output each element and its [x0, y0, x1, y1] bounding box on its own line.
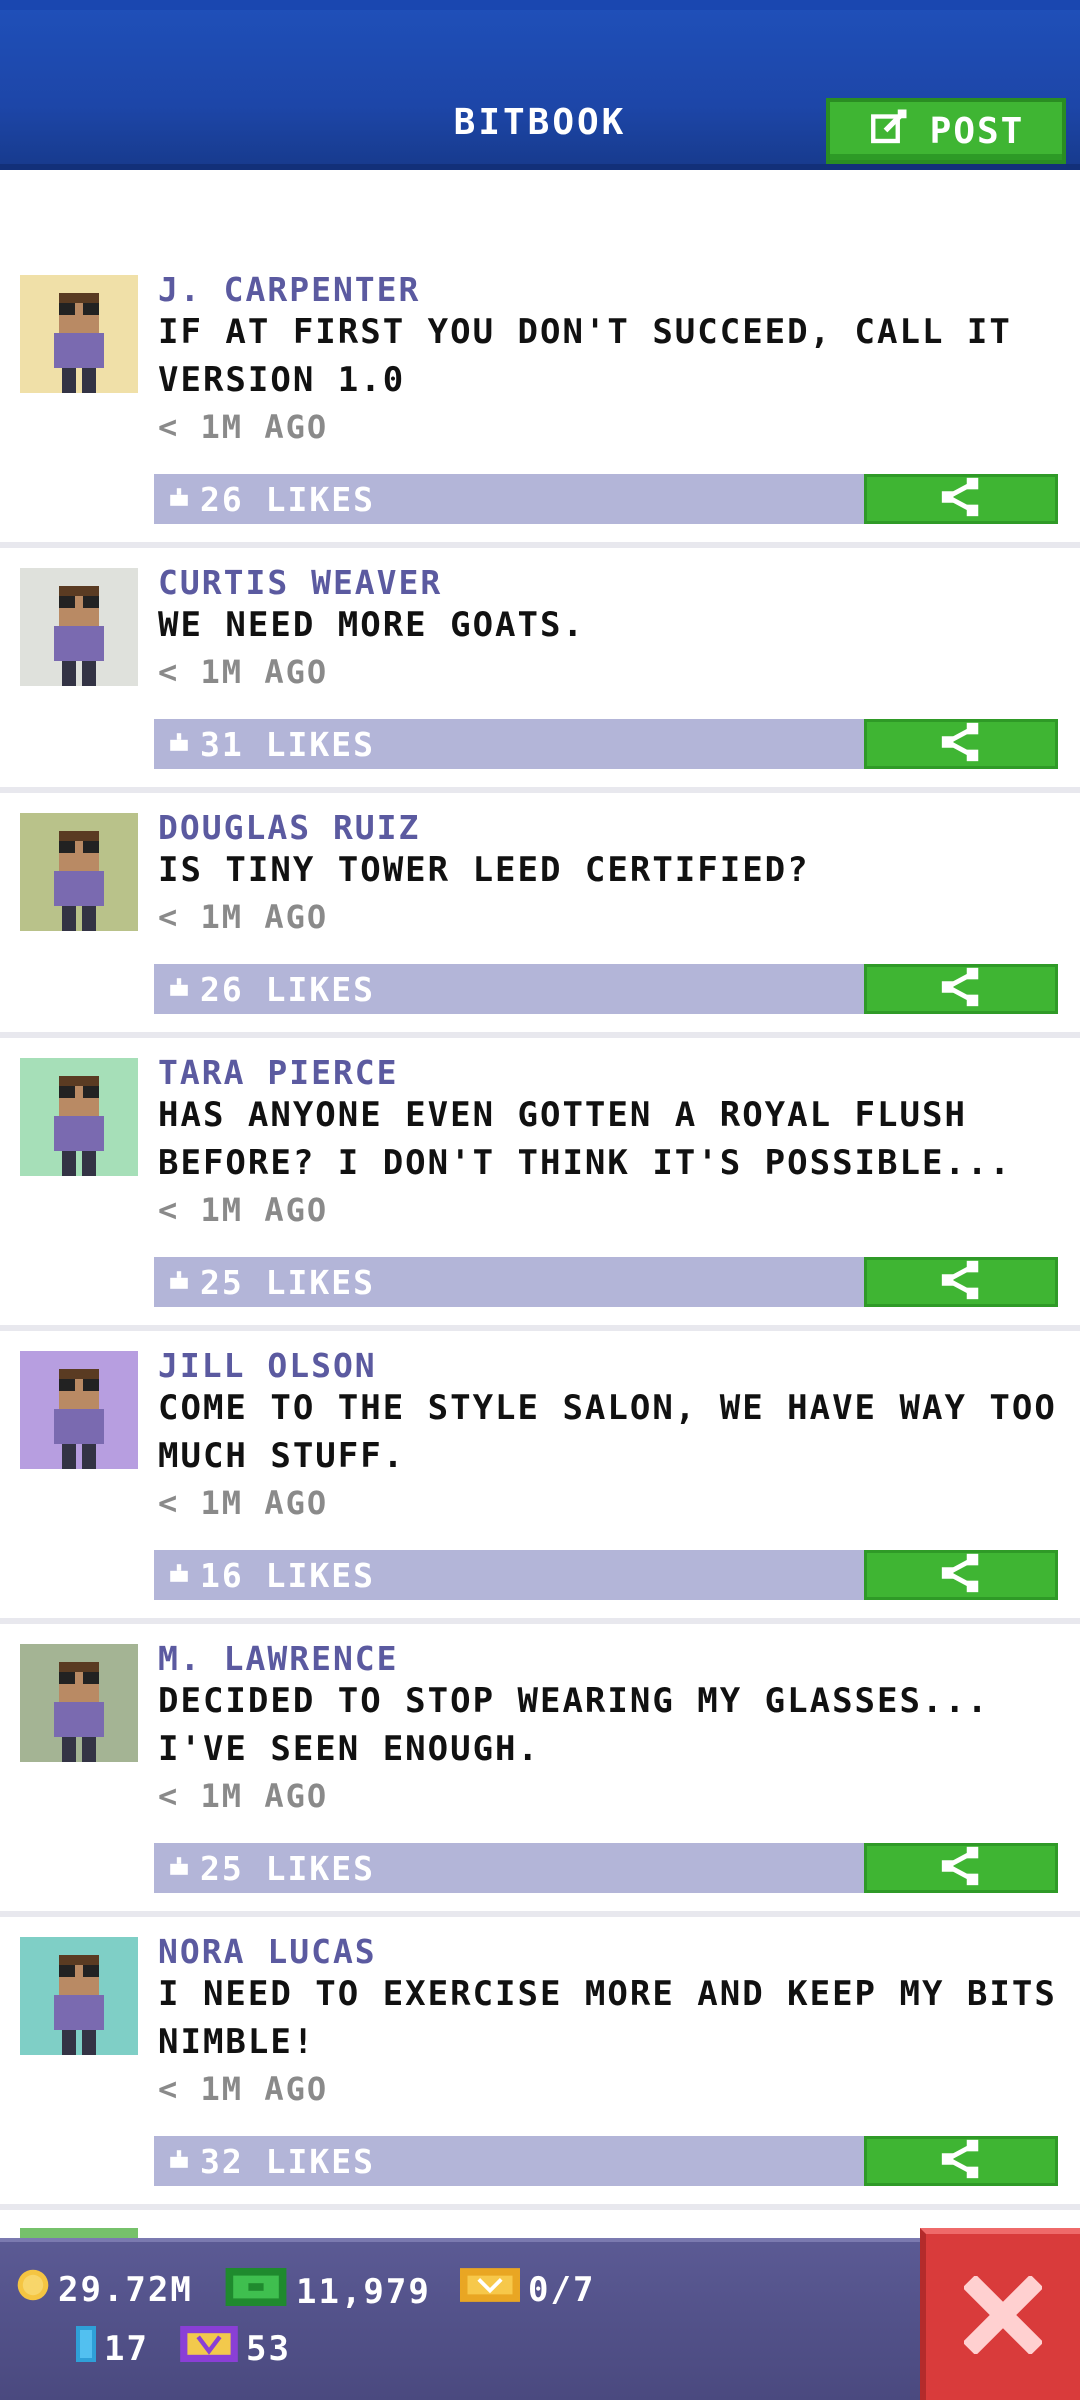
- like-count: 26 LIKES: [200, 479, 375, 519]
- like-count: 25 LIKES: [200, 1848, 375, 1888]
- like-button[interactable]: 26 LIKES: [154, 474, 864, 524]
- post-time: < 1M AGO: [158, 1484, 329, 1522]
- like-count: 31 LIKES: [200, 724, 375, 764]
- share-button[interactable]: [864, 474, 1058, 524]
- share-button[interactable]: [864, 1550, 1058, 1600]
- post-author[interactable]: DOUGLAS RUIZ: [158, 808, 420, 847]
- post-button[interactable]: POST: [826, 98, 1066, 164]
- thumb-icon: [154, 1562, 200, 1588]
- post-divider: [0, 542, 1080, 548]
- like-button[interactable]: 16 LIKES: [154, 1550, 864, 1600]
- post-message: I NEED TO EXERCISE MORE AND KEEP MY BITS…: [158, 1974, 1057, 2062]
- avatar[interactable]: [20, 1351, 138, 1469]
- bux-icon: [224, 2268, 288, 2315]
- avatar[interactable]: [20, 275, 138, 393]
- close-icon: [962, 2274, 1044, 2358]
- level-stat: 17: [76, 2326, 149, 2371]
- edit-icon: [868, 106, 910, 157]
- app-header: BITBOOK POST: [0, 0, 1080, 170]
- post-message: IS TINY TOWER LEED CERTIFIED?: [158, 850, 810, 890]
- bux-value: 11,979: [296, 2271, 431, 2312]
- share-icon: [938, 1553, 984, 1597]
- avatar[interactable]: [20, 1937, 138, 2055]
- post-divider: [0, 1325, 1080, 1331]
- post-divider: [0, 1032, 1080, 1038]
- next-avatar-peek: [20, 2228, 138, 2238]
- coins-stat: 29.72M: [16, 2268, 193, 2311]
- share-button[interactable]: [864, 2136, 1058, 2186]
- tickets-stat: 0/7: [460, 2268, 595, 2311]
- post-author[interactable]: JILL OLSON: [158, 1346, 377, 1385]
- status-bar: 29.72M 11,979 0/7 17 53: [0, 2238, 1080, 2400]
- thumb-icon: [154, 1855, 200, 1881]
- post-divider: [0, 787, 1080, 793]
- like-button[interactable]: 25 LIKES: [154, 1257, 864, 1307]
- like-count: 32 LIKES: [200, 2141, 375, 2181]
- post-author[interactable]: CURTIS WEAVER: [158, 563, 442, 602]
- post-divider: [0, 1618, 1080, 1624]
- coin-icon: [16, 2268, 50, 2311]
- share-icon: [938, 967, 984, 1011]
- share-icon: [938, 2139, 984, 2183]
- post-message: DECIDED TO STOP WEARING MY GLASSES... I'…: [158, 1681, 990, 1769]
- post-message: COME TO THE STYLE SALON, WE HAVE WAY TOO…: [158, 1388, 1057, 1476]
- ticket-icon: [460, 2268, 520, 2311]
- level-value: 17: [104, 2328, 149, 2369]
- avatar[interactable]: [20, 813, 138, 931]
- post-time: < 1M AGO: [158, 898, 329, 936]
- post-button-label: POST: [929, 110, 1025, 152]
- avatar[interactable]: [20, 1644, 138, 1762]
- post-time: < 1M AGO: [158, 1191, 329, 1229]
- share-icon: [938, 1846, 984, 1890]
- post-message: WE NEED MORE GOATS.: [158, 605, 585, 645]
- post-message: HAS ANYONE EVEN GOTTEN A ROYAL FLUSH BEF…: [158, 1095, 1012, 1183]
- close-button[interactable]: [920, 2228, 1080, 2400]
- post-divider: [0, 1911, 1080, 1917]
- coins-value: 29.72M: [58, 2269, 193, 2310]
- post-time: < 1M AGO: [158, 1777, 329, 1815]
- like-count: 16 LIKES: [200, 1555, 375, 1595]
- post-divider: [0, 2204, 1080, 2210]
- post-author[interactable]: J. CARPENTER: [158, 270, 420, 309]
- thumb-icon: [154, 2148, 200, 2174]
- post-time: < 1M AGO: [158, 653, 329, 691]
- avatar[interactable]: [20, 1058, 138, 1176]
- bux-stat: 11,979: [224, 2268, 431, 2315]
- like-button[interactable]: 31 LIKES: [154, 719, 864, 769]
- thumb-icon: [154, 976, 200, 1002]
- vip-icon: [180, 2326, 238, 2371]
- like-button[interactable]: 32 LIKES: [154, 2136, 864, 2186]
- share-icon: [938, 1260, 984, 1304]
- thumb-icon: [154, 486, 200, 512]
- post-author[interactable]: NORA LUCAS: [158, 1932, 377, 1971]
- like-button[interactable]: 25 LIKES: [154, 1843, 864, 1893]
- like-count: 26 LIKES: [200, 969, 375, 1009]
- like-count: 25 LIKES: [200, 1262, 375, 1302]
- level-icon: [76, 2326, 96, 2371]
- share-button[interactable]: [864, 1843, 1058, 1893]
- tickets-value: 0/7: [528, 2269, 596, 2310]
- thumb-icon: [154, 731, 200, 757]
- post-author[interactable]: M. LAWRENCE: [158, 1639, 399, 1678]
- share-icon: [938, 477, 984, 521]
- thumb-icon: [154, 1269, 200, 1295]
- post-message: IF AT FIRST YOU DON'T SUCCEED, CALL IT V…: [158, 312, 1012, 400]
- share-button[interactable]: [864, 964, 1058, 1014]
- vip-value: 53: [246, 2328, 291, 2369]
- share-icon: [938, 722, 984, 766]
- post-time: < 1M AGO: [158, 408, 329, 446]
- post-author[interactable]: TARA PIERCE: [158, 1053, 399, 1092]
- vip-stat: 53: [180, 2326, 291, 2371]
- like-button[interactable]: 26 LIKES: [154, 964, 864, 1014]
- share-button[interactable]: [864, 1257, 1058, 1307]
- post-time: < 1M AGO: [158, 2070, 329, 2108]
- avatar[interactable]: [20, 568, 138, 686]
- share-button[interactable]: [864, 719, 1058, 769]
